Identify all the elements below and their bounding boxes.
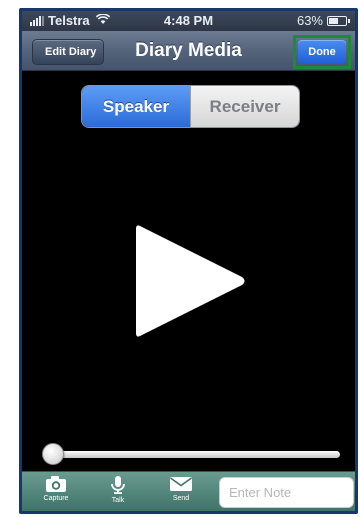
note-input[interactable] <box>219 477 354 508</box>
capture-button[interactable]: Capture <box>36 475 76 511</box>
capture-label: Capture <box>43 495 69 502</box>
receiver-segment[interactable]: Receiver <box>190 86 299 127</box>
envelope-icon <box>170 477 192 491</box>
send-label: Send <box>172 495 190 502</box>
battery-group: 63% <box>296 13 350 28</box>
talk-button[interactable]: Talk <box>98 475 138 511</box>
battery-percent: 63% <box>296 13 323 28</box>
bottom-toolbar: Capture Talk Send <box>22 471 355 511</box>
microphone-icon <box>111 476 125 494</box>
phone-screen: Telstra 4:48 PM 63% Edit Diary Diary Med… <box>19 8 358 514</box>
playback-scrubber[interactable] <box>40 441 340 465</box>
status-bar: Telstra 4:48 PM 63% <box>22 11 355 31</box>
back-button-label: Edit Diary <box>45 46 97 58</box>
camera-icon <box>46 476 66 492</box>
done-button[interactable]: Done <box>298 40 346 64</box>
scrubber-track <box>48 451 340 458</box>
play-button[interactable] <box>130 218 250 344</box>
talk-label: Talk <box>111 497 125 504</box>
battery-icon <box>327 15 350 26</box>
send-button[interactable]: Send <box>161 475 201 511</box>
scrubber-thumb[interactable] <box>42 443 64 465</box>
done-button-highlight: Done <box>293 35 351 69</box>
navigation-bar: Edit Diary Diary Media Done <box>22 31 355 71</box>
play-icon <box>136 225 245 337</box>
audio-output-segmented-control: Speaker Receiver <box>81 85 300 128</box>
page-title: Diary Media <box>135 40 242 61</box>
speaker-segment[interactable]: Speaker <box>82 86 190 127</box>
